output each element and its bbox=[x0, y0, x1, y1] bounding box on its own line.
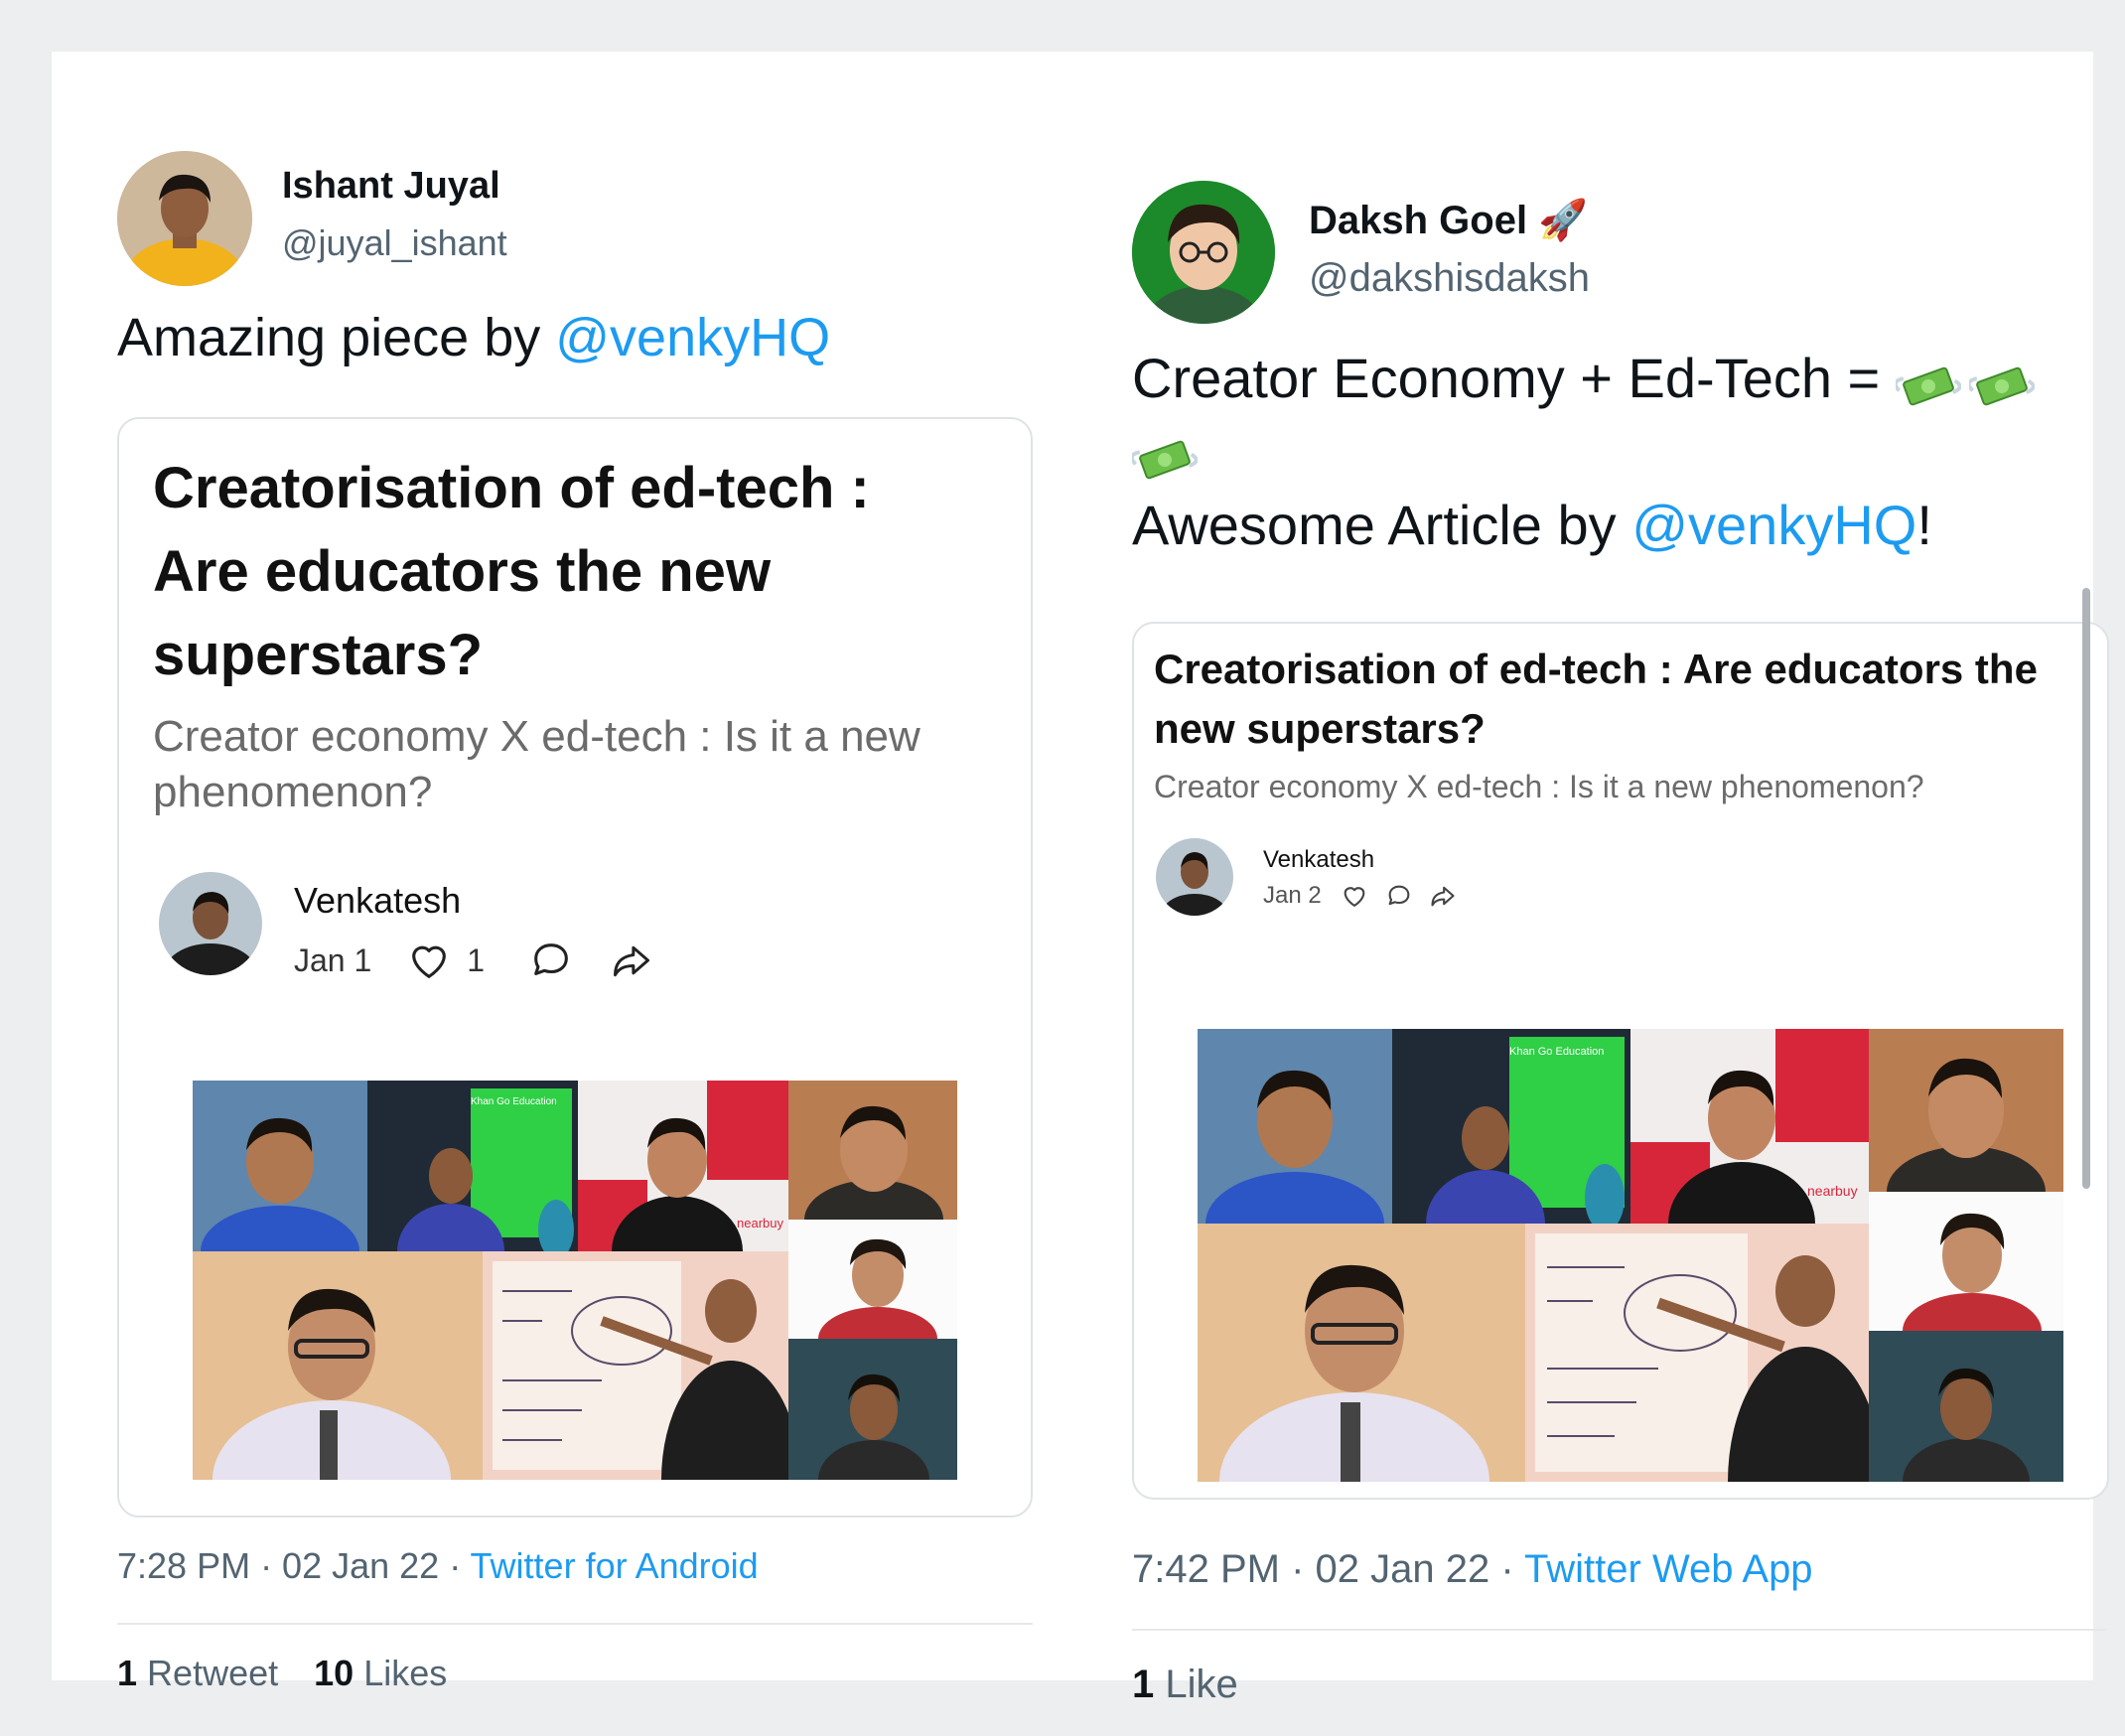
tweet-stats: 1 Retweet 10 Likes bbox=[117, 1653, 447, 1694]
username[interactable]: @juyal_ishant bbox=[282, 222, 507, 264]
tweet-timestamp: 7:28 PM · 02 Jan 22 · Twitter for Androi… bbox=[117, 1545, 759, 1587]
collage-photo-4 bbox=[1869, 1029, 2063, 1192]
svg-text:nearbuy: nearbuy bbox=[1807, 1183, 1858, 1199]
likes-stat[interactable]: 1 Like bbox=[1132, 1663, 1238, 1706]
money-with-wings-icon bbox=[1893, 357, 1962, 408]
collage-photo-3: nearbuy bbox=[578, 1081, 788, 1251]
svg-text:Khan Go Education: Khan Go Education bbox=[471, 1096, 557, 1107]
scrollbar[interactable] bbox=[2082, 588, 2090, 1189]
collage-photo-5 bbox=[193, 1251, 483, 1480]
username[interactable]: @dakshisdaksh bbox=[1309, 256, 1590, 301]
card-title: Creatorisation of ed-tech : Are educator… bbox=[153, 456, 870, 687]
comment-icon[interactable] bbox=[528, 938, 574, 983]
share-icon[interactable] bbox=[610, 939, 653, 982]
retweet-stat[interactable]: 1 Retweet bbox=[117, 1653, 278, 1693]
link-card[interactable]: Creatorisation of ed-tech : Are educator… bbox=[117, 417, 1033, 1518]
money-with-wings-icon bbox=[1129, 430, 1199, 482]
collage-photo-7 bbox=[1869, 1192, 2063, 1331]
timestamp-text[interactable]: 7:42 PM · 02 Jan 22 · bbox=[1132, 1547, 1524, 1591]
author-avatar[interactable] bbox=[1156, 838, 1233, 916]
author-avatar[interactable] bbox=[159, 872, 262, 975]
mention-link[interactable]: @venkyHQ bbox=[555, 308, 830, 367]
link-card[interactable]: Creatorisation of ed-tech : Are educator… bbox=[1132, 622, 2109, 1500]
tweet-line-2: Awesome Article by bbox=[1132, 494, 1632, 556]
card-date: Jan 2 bbox=[1263, 882, 1322, 909]
svg-text:nearbuy: nearbuy bbox=[737, 1216, 783, 1230]
article-image-collage[interactable]: Khan Go Education nearbuy bbox=[1198, 1029, 2063, 1482]
rocket-icon: 🚀 bbox=[1538, 199, 1589, 242]
screenshot-canvas: Ishant Juyal @juyal_ishant Amazing piece… bbox=[52, 52, 2109, 1706]
card-subtitle: Creator economy X ed-tech : Is it a new … bbox=[153, 712, 921, 816]
collage-photo-7 bbox=[788, 1220, 957, 1339]
card-meta: Jan 2 bbox=[1263, 882, 1457, 910]
collage-photo-2: Khan Go Education bbox=[367, 1081, 578, 1251]
retweet-count: 1 bbox=[117, 1653, 138, 1693]
likes-label: Likes bbox=[363, 1653, 448, 1693]
collage-photo-1 bbox=[193, 1081, 367, 1251]
collage-photo-4 bbox=[788, 1081, 957, 1220]
divider bbox=[117, 1623, 1033, 1625]
card-like-count: 1 bbox=[467, 941, 486, 978]
collage-photo-6 bbox=[1525, 1224, 1869, 1482]
likes-count: 10 bbox=[314, 1653, 354, 1693]
collage-photo-6 bbox=[483, 1251, 788, 1480]
collage-photo-3: nearbuy bbox=[1630, 1029, 1869, 1224]
divider bbox=[1132, 1629, 2107, 1631]
tweet-source[interactable]: Twitter for Android bbox=[471, 1545, 759, 1586]
tweet-stats: 1 Like bbox=[1132, 1663, 1238, 1707]
comment-icon[interactable] bbox=[1385, 882, 1413, 910]
card-author[interactable]: Venkatesh bbox=[1263, 846, 1374, 874]
likes-label: Like bbox=[1165, 1663, 1238, 1706]
mention-link[interactable]: @venkyHQ bbox=[1631, 494, 1916, 556]
card-author[interactable]: Venkatesh bbox=[294, 880, 461, 922]
card-subtitle: Creator economy X ed-tech : Is it a new … bbox=[1154, 769, 1924, 804]
avatar[interactable] bbox=[117, 151, 252, 286]
collage-photo-1 bbox=[1198, 1029, 1392, 1224]
tweet-text: Amazing piece by @venkyHQ bbox=[117, 302, 830, 374]
collage-photo-8 bbox=[1869, 1331, 2063, 1482]
article-image-collage[interactable]: Khan Go Education nearbuy bbox=[193, 1081, 957, 1480]
timestamp-text[interactable]: 7:28 PM · 02 Jan 22 · bbox=[117, 1545, 471, 1586]
likes-count: 1 bbox=[1132, 1663, 1155, 1706]
heart-icon[interactable] bbox=[405, 938, 453, 983]
collage-photo-2: Khan Go Education bbox=[1392, 1029, 1630, 1224]
tweet-source[interactable]: Twitter Web App bbox=[1524, 1547, 1813, 1591]
tweet-timestamp: 7:42 PM · 02 Jan 22 · Twitter Web App bbox=[1132, 1547, 1813, 1592]
collage-photo-5 bbox=[1198, 1224, 1525, 1482]
tweet-line-1: Creator Economy + Ed-Tech = bbox=[1132, 347, 1896, 409]
tweet-line-2-suffix: ! bbox=[1916, 494, 1932, 556]
display-name[interactable]: Daksh Goel 🚀 bbox=[1309, 197, 1588, 243]
likes-stat[interactable]: 10 Likes bbox=[314, 1653, 447, 1693]
retweet-label: Retweet bbox=[147, 1653, 279, 1693]
display-name[interactable]: Ishant Juyal bbox=[282, 165, 500, 208]
avatar[interactable] bbox=[1132, 181, 1275, 324]
display-name-text: Daksh Goel bbox=[1309, 199, 1528, 242]
heart-icon[interactable] bbox=[1340, 882, 1369, 910]
card-date: Jan 1 bbox=[294, 941, 372, 978]
card-title: Creatorisation of ed-tech : Are educator… bbox=[1154, 646, 2038, 752]
card-meta: Jan 1 1 bbox=[294, 938, 653, 983]
svg-text:Khan Go Education: Khan Go Education bbox=[1509, 1046, 1604, 1058]
share-icon[interactable] bbox=[1429, 882, 1457, 910]
collage-photo-8 bbox=[788, 1339, 957, 1480]
money-with-wings-icon bbox=[1966, 357, 2036, 408]
tweet-text: Creator Economy + Ed-Tech = Awesome Arti… bbox=[1129, 342, 2107, 562]
tweet-text-prefix: Amazing piece by bbox=[117, 308, 556, 367]
